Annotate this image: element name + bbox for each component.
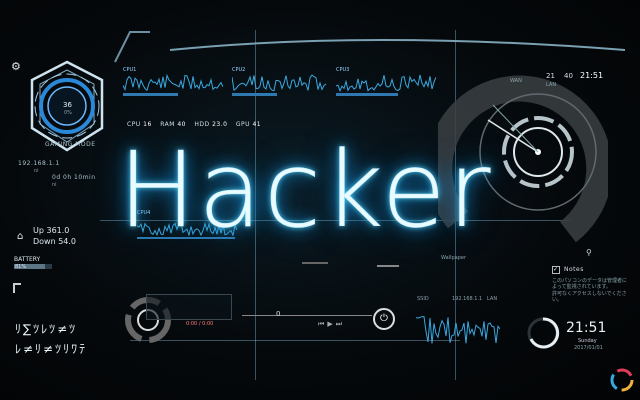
mid-dash-2: [377, 265, 399, 267]
stats-row: CPU 16 RAM 40 HDD 23.0 GPU 41: [127, 121, 261, 128]
wan-label: WAN: [510, 78, 522, 84]
app-logo-icon[interactable]: [610, 368, 634, 392]
gauge-center-value: 36: [63, 101, 72, 109]
gauge-center-unit: 0%: [64, 110, 72, 116]
ip-sub: ni: [34, 168, 39, 174]
glyph-row-2: ﾚ≠ﾘ≠ﾂﾘﾜﾃ: [15, 342, 88, 356]
notes-line-2: 許可なくアクセスしないでください。: [552, 291, 627, 303]
radar-time: 21:51: [580, 71, 604, 80]
battery-value: 81%: [15, 264, 27, 270]
ram-stat-value: 40: [177, 121, 186, 128]
notes-title: Notes: [564, 266, 584, 273]
net-ssid: SSID: [417, 296, 429, 302]
upload-speed: Up 361.0: [33, 226, 70, 235]
cpu2-wave: [232, 74, 327, 92]
cpu3-bar: [336, 93, 398, 96]
play-icon[interactable]: ▶: [327, 320, 335, 328]
wan-value: 21: [546, 72, 555, 80]
track-progress[interactable]: [242, 315, 372, 316]
gpu-stat-value: 41: [252, 121, 262, 128]
hdd-stat-label: HDD: [194, 121, 210, 128]
next-icon[interactable]: ⏭: [336, 320, 345, 328]
hdd-stat-value: 23.0: [212, 121, 228, 128]
player-time: 0:00 / 0:00: [186, 321, 214, 327]
hacker-title: Hacker: [118, 129, 493, 251]
net-mini-graph: [416, 316, 500, 344]
clock-time: 21:51: [566, 320, 607, 336]
home-icon[interactable]: ⌂: [17, 231, 23, 242]
battery-label: BATTERY: [14, 256, 41, 263]
cpu1-label: CPU1: [123, 67, 137, 73]
page-corner-icon: [13, 283, 21, 293]
download-speed: Down 54.0: [33, 237, 77, 246]
prev-icon[interactable]: ⏮: [318, 320, 327, 328]
net-lan: LAN: [487, 296, 498, 302]
mid-dash-1: [302, 262, 328, 264]
player-panel: [146, 294, 232, 320]
cpu2-label: CPU2: [232, 67, 246, 73]
wallpaper-label: Wallpaper: [441, 255, 467, 261]
wifi-icon[interactable]: ⚲: [586, 248, 592, 257]
ip-address: 192.168.1.1: [18, 160, 60, 167]
player-controls: ⏮▶⏭: [318, 320, 345, 329]
cpu1-bar: [123, 93, 178, 96]
glyph-row-1: ﾘ∑ﾂﾚﾂ≠ﾂ: [15, 322, 78, 336]
lan-label: LAN: [546, 82, 557, 88]
clock-ring: [527, 317, 560, 349]
ram-stat-label: RAM: [160, 121, 175, 128]
cpu3-wave: [336, 74, 436, 92]
clock-date: 2017/01/01: [574, 345, 603, 351]
power-icon[interactable]: ⏻: [373, 308, 395, 330]
notes-line-1: このパソコンのデータは管理者によって監視されています。: [552, 278, 628, 290]
clock-day: Sunday: [578, 338, 597, 344]
cpu2-bar: [232, 93, 277, 96]
gaming-mode-label: GAMING MODE: [45, 141, 96, 148]
notes-check-icon[interactable]: ✓: [552, 266, 560, 274]
cpu3-label: CPU3: [336, 67, 350, 73]
uptime: 0d 0h 10min: [52, 174, 96, 181]
cpu-stat-label: CPU: [127, 121, 141, 128]
net-ip: 192.168.1.1: [452, 296, 483, 302]
track-value: 0: [276, 310, 281, 318]
lan-value: 40: [564, 72, 573, 80]
cpu-stat-value: 16: [143, 121, 152, 128]
cpu1-wave: [123, 74, 223, 92]
gpu-stat-label: GPU: [235, 121, 251, 128]
uptime-sub: ni: [52, 182, 57, 188]
